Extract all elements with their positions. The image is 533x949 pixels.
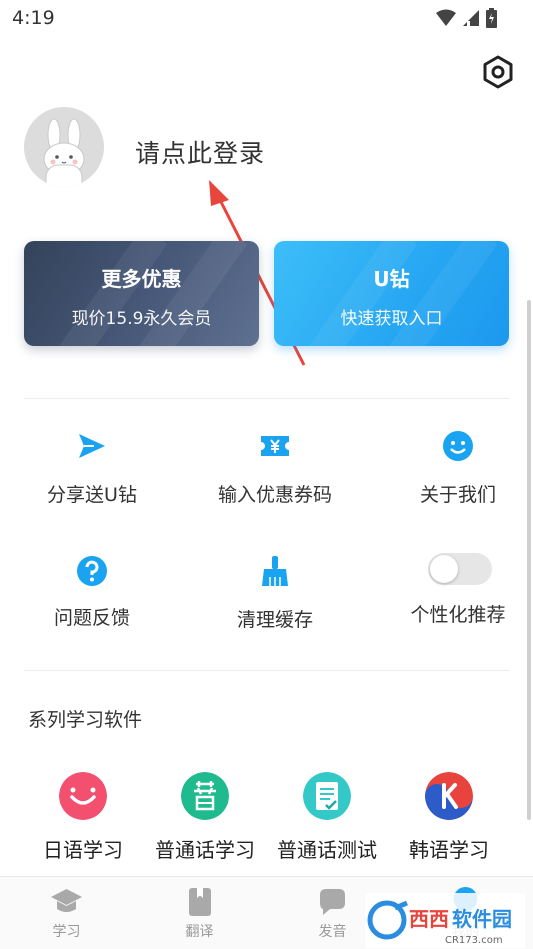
status-bar: 4:19	[0, 0, 533, 38]
about-menu-item[interactable]: 关于我们	[378, 430, 533, 510]
bunny-avatar-icon	[43, 118, 85, 187]
svg-text:西西: 西西	[409, 907, 449, 931]
share-menu-item[interactable]: 分享送U钻	[12, 430, 172, 510]
personalized-label: 个性化推荐	[410, 604, 506, 626]
korean-app-icon	[425, 772, 473, 820]
promo-subtitle: 现价15.9永久会员	[71, 309, 212, 329]
japanese-app-item[interactable]: 日语学习	[18, 772, 148, 862]
chat-icon	[320, 889, 345, 915]
app-label: 日语学习	[43, 838, 123, 862]
login-prompt[interactable]: 请点此登录	[135, 134, 265, 170]
send-icon	[79, 434, 105, 458]
about-label: 关于我们	[419, 484, 496, 506]
app-label: 韩语学习	[409, 838, 489, 862]
svg-text:软件园: 软件园	[452, 907, 512, 931]
clear-cache-label: 清理缓存	[236, 609, 313, 631]
status-icons	[436, 8, 497, 28]
book-icon	[189, 888, 211, 916]
broom-icon	[262, 556, 288, 586]
battery-icon	[486, 8, 497, 28]
mandarin-test-app-icon	[303, 772, 351, 820]
scrollbar[interactable]	[527, 300, 531, 820]
coupon-menu-item[interactable]: 输入优惠券码	[195, 430, 355, 510]
feedback-menu-item[interactable]: 问题反馈	[12, 555, 172, 635]
app-label: 普通话测试	[277, 838, 377, 862]
coupon-label: 输入优惠券码	[217, 484, 332, 506]
divider	[24, 670, 509, 671]
app-label: 普通话学习	[155, 838, 255, 862]
promo-title: 更多优惠	[101, 267, 182, 291]
japanese-app-icon	[59, 772, 107, 820]
more-offers-card[interactable]: 更多优惠 现价15.9永久会员	[24, 241, 259, 346]
promo-subtitle: 快速获取入口	[340, 309, 443, 329]
settings-button[interactable]	[480, 54, 516, 90]
series-title: 系列学习软件	[28, 709, 143, 731]
svg-text:CR173.com: CR173.com	[445, 935, 503, 946]
nav-study[interactable]: 学习	[0, 877, 133, 949]
mandarin-app-icon	[181, 772, 229, 820]
korean-app-item[interactable]: 韩语学习	[384, 772, 514, 862]
smiley-icon	[443, 431, 473, 461]
ticket-icon	[261, 436, 289, 456]
mandarin-app-item[interactable]: 普通话学习	[140, 772, 270, 862]
nav-label: 翻译	[185, 924, 214, 940]
nav-label: 学习	[52, 924, 81, 940]
clear-cache-menu-item[interactable]: 清理缓存	[195, 555, 355, 635]
mandarin-test-app-item[interactable]: 普通话测试	[262, 772, 392, 862]
avatar[interactable]	[24, 107, 104, 187]
personalized-toggle[interactable]	[428, 553, 492, 585]
promo-title: U钻	[373, 267, 410, 291]
status-time: 4:19	[12, 7, 55, 29]
site-watermark: 西西 软件园 CR173.com	[365, 893, 525, 948]
settings-icon	[483, 55, 513, 89]
share-label: 分享送U钻	[47, 484, 137, 506]
u-diamond-card[interactable]: U钻 快速获取入口	[274, 241, 509, 346]
signal-icon	[463, 10, 479, 26]
divider	[24, 398, 509, 399]
toggle-knob	[430, 555, 458, 583]
wifi-icon	[436, 9, 456, 26]
question-icon	[77, 556, 107, 586]
graduation-cap-icon	[51, 889, 82, 912]
personalized-menu-item: 个性化推荐	[378, 600, 533, 630]
nav-translate[interactable]: 翻译	[133, 877, 266, 949]
feedback-label: 问题反馈	[53, 607, 130, 629]
